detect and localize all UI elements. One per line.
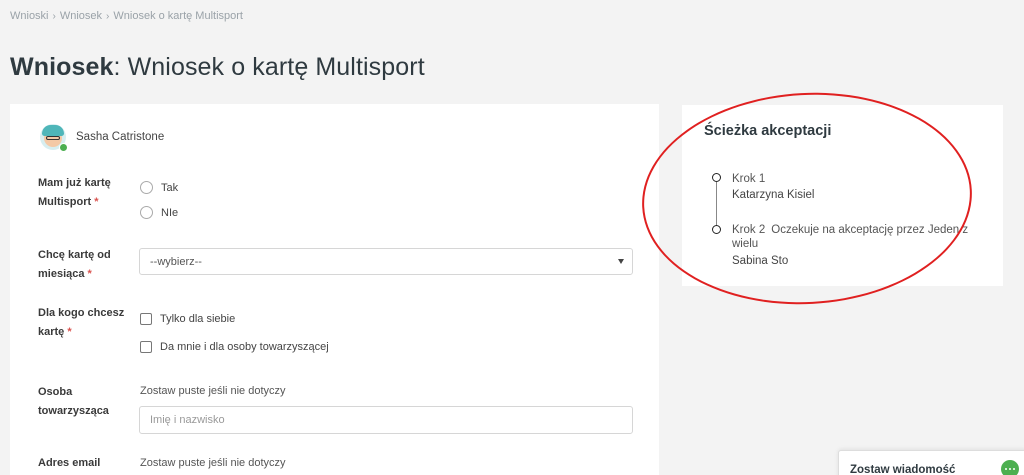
step-2-dot-icon	[712, 225, 721, 234]
user-row: Sasha Catristone	[40, 124, 165, 152]
chat-bubble-icon[interactable]	[1001, 460, 1019, 475]
approval-path-title: Ścieżka akceptacji	[704, 123, 832, 139]
breadcrumb-separator-icon: ›	[52, 10, 56, 22]
required-mark: *	[87, 268, 92, 280]
step-1-person: Katarzyna Kisiel	[732, 189, 815, 201]
page-title-rest: : Wniosek o kartę Multisport	[113, 53, 425, 81]
step-1-dot-icon	[712, 173, 721, 182]
avatar	[40, 124, 68, 152]
step-2-label: Krok 2 Oczekuje na akceptację przez Jeden…	[732, 224, 969, 250]
companion-hint: Zostaw puste jeśli nie dotyczy	[140, 385, 286, 397]
breadcrumb: Wnioski › Wniosek › Wniosek o kartę Mult…	[10, 10, 243, 22]
step-2-status: Oczekuje na akceptację przez Jeden z wie…	[732, 224, 969, 250]
month-select[interactable]: --wybierz--	[139, 248, 633, 275]
user-name: Sasha Catristone	[76, 131, 165, 143]
online-status-icon	[59, 143, 68, 152]
checkbox-me-and-companion-label: Da mnie i dla osoby towarzyszącej	[160, 341, 329, 353]
breadcrumb-current: Wniosek o kartę Multisport	[113, 10, 243, 22]
email-label: Adres email	[38, 457, 101, 469]
breadcrumb-link-wnioski[interactable]: Wnioski	[10, 10, 49, 22]
required-mark: *	[94, 196, 99, 208]
page-title-prefix: Wniosek	[10, 53, 114, 81]
checkbox-only-me[interactable]: Tylko dla siebie	[140, 313, 235, 325]
step-2-person: Sabina Sto	[732, 255, 789, 267]
request-form-card: Sasha Catristone Mam już kartę Multispor…	[10, 104, 659, 475]
caret-down-icon	[618, 259, 624, 264]
companion-label: Osoba towarzysząca	[38, 386, 109, 417]
radio-nie-label: NIe	[161, 206, 179, 219]
radio-circle-icon[interactable]	[140, 181, 153, 194]
breadcrumb-link-wniosek[interactable]: Wniosek	[60, 10, 102, 22]
for-whom-label: Dla kogo chcesz kartę *	[38, 307, 125, 338]
month-label: Chcę kartę od miesiąca *	[38, 249, 111, 280]
month-select-value: --wybierz--	[150, 256, 202, 268]
approval-path-card: Ścieżka akceptacji Krok 1 Katarzyna Kisi…	[682, 105, 1003, 286]
leave-message-label: Zostaw wiadomość	[850, 464, 956, 475]
radio-tak-label: Tak	[161, 181, 179, 194]
required-mark: *	[67, 326, 72, 338]
checkbox-only-me-label: Tylko dla siebie	[160, 313, 236, 325]
checkbox-me-and-companion[interactable]: Da mnie i dla osoby towarzyszącej	[140, 341, 329, 353]
radio-nie[interactable]: NIe	[140, 206, 178, 219]
step-1-label: Krok 1	[732, 173, 766, 185]
checkbox-square-icon[interactable]	[140, 341, 152, 353]
has-card-label: Mam już kartę Multisport *	[38, 177, 111, 208]
radio-tak[interactable]: Tak	[140, 181, 178, 194]
leave-message-box[interactable]: Zostaw wiadomość	[838, 450, 1024, 475]
checkbox-square-icon[interactable]	[140, 313, 152, 325]
page-title: Wniosek: Wniosek o kartę Multisport	[10, 53, 425, 82]
companion-input[interactable]	[139, 406, 633, 434]
breadcrumb-separator-icon: ›	[106, 10, 110, 22]
timeline-line	[716, 182, 717, 228]
radio-circle-icon[interactable]	[140, 206, 153, 219]
email-hint: Zostaw puste jeśli nie dotyczy	[140, 457, 286, 469]
